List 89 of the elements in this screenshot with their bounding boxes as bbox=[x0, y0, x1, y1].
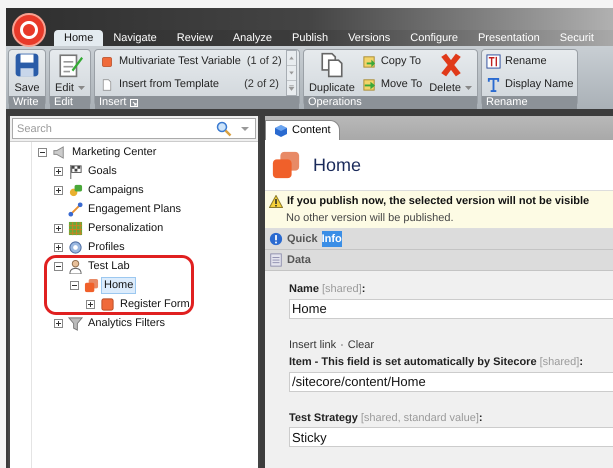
input-field[interactable]: /sitecore/content/Home bbox=[289, 372, 613, 392]
ribbon-tab[interactable]: Configure bbox=[400, 30, 468, 46]
warning-text: No other version will be published. bbox=[285, 210, 455, 226]
grid-icon bbox=[68, 221, 83, 236]
dialog-launcher-icon[interactable] bbox=[130, 98, 138, 106]
group-title: Write bbox=[13, 96, 38, 109]
ribbon-button[interactable]: Copy To bbox=[360, 53, 424, 70]
group-title: Operations bbox=[308, 96, 362, 109]
ribbon-button[interactable]: Duplicate bbox=[306, 50, 358, 96]
group-title: Rename bbox=[486, 96, 528, 109]
tree-item[interactable]: Register Form bbox=[117, 296, 193, 313]
link-separator: · bbox=[340, 338, 344, 352]
stacked-squares-icon bbox=[84, 278, 99, 293]
field-link[interactable]: Clear bbox=[348, 336, 374, 353]
editor-tab[interactable]: Content bbox=[265, 120, 340, 140]
section-title: Data bbox=[287, 252, 311, 268]
tree-item[interactable]: Marketing Center bbox=[69, 144, 160, 161]
tree-item[interactable]: Campaigns bbox=[85, 182, 147, 199]
campaign-icon bbox=[68, 183, 83, 198]
search-icon[interactable] bbox=[216, 121, 232, 137]
input-field[interactable]: Sticky bbox=[289, 427, 613, 447]
info-icon bbox=[269, 232, 283, 246]
checkered-flag-icon bbox=[68, 164, 83, 179]
search-field[interactable]: Search bbox=[12, 118, 256, 139]
field-note: [shared, standard value] bbox=[360, 410, 479, 426]
field-label: Test Strategy bbox=[289, 410, 358, 426]
field-note: [shared] bbox=[540, 355, 580, 370]
ribbon-tab[interactable]: Home bbox=[54, 30, 104, 46]
collapse-icon[interactable] bbox=[38, 148, 46, 157]
field-note: [shared] bbox=[322, 282, 362, 297]
document-icon bbox=[269, 253, 283, 267]
tree-item[interactable]: Personalization bbox=[85, 220, 166, 237]
ribbon-button[interactable]: Display Name bbox=[484, 76, 576, 93]
group-title: Insert bbox=[98, 96, 126, 109]
selected-text: Info bbox=[322, 230, 342, 248]
tree-item[interactable]: Test Lab bbox=[85, 258, 133, 275]
ribbon-button[interactable]: Rename bbox=[484, 53, 576, 70]
ribbon-tab[interactable]: Versions bbox=[338, 30, 400, 46]
expand-icon[interactable] bbox=[54, 167, 62, 176]
item-title: Home bbox=[313, 154, 362, 176]
expand-icon[interactable] bbox=[54, 243, 62, 252]
tree-item[interactable]: Analytics Filters bbox=[85, 315, 168, 332]
section-header[interactable]: Data bbox=[265, 250, 613, 271]
tree-item[interactable]: Profiles bbox=[85, 239, 128, 256]
gallery-item[interactable]: Multivariate Test Variable (1 of 2) bbox=[96, 53, 283, 70]
group-title: Edit bbox=[54, 96, 73, 109]
person-icon bbox=[68, 259, 83, 274]
page-icon bbox=[100, 78, 113, 90]
collapse-icon[interactable] bbox=[70, 281, 78, 290]
field-colon: : bbox=[579, 355, 583, 370]
square-icon bbox=[100, 297, 115, 312]
field-link[interactable]: Insert link bbox=[289, 336, 336, 353]
field-colon: : bbox=[362, 282, 366, 297]
expand-icon[interactable] bbox=[54, 224, 62, 233]
field-label: Item - This field is set automatically by Sitecore bbox=[289, 355, 537, 370]
ribbon-tab[interactable]: Review bbox=[166, 30, 223, 46]
warning-icon bbox=[269, 194, 283, 208]
notepad-pencil-icon bbox=[56, 52, 83, 78]
ribbon-button[interactable]: Save bbox=[11, 50, 43, 96]
ribbon-tab[interactable]: Navigate bbox=[103, 30, 167, 46]
ribbon-button[interactable]: Move To bbox=[360, 76, 424, 93]
caret-icon[interactable] bbox=[240, 125, 250, 133]
text-cursor-icon bbox=[486, 54, 501, 69]
expand-icon[interactable] bbox=[86, 300, 94, 309]
funnel-icon bbox=[68, 316, 83, 331]
section-title: Quick bbox=[287, 232, 318, 247]
ribbon-button[interactable]: Edit bbox=[52, 50, 88, 96]
letter-t-icon bbox=[486, 77, 501, 92]
section-header[interactable]: Quick Info bbox=[265, 229, 613, 250]
input-field[interactable]: Home bbox=[289, 298, 613, 318]
tree-item[interactable]: Home bbox=[101, 277, 136, 294]
ribbon-button[interactable]: Delete bbox=[426, 50, 475, 96]
tree-item[interactable]: Engagement Plans bbox=[85, 201, 184, 218]
warning-title: If you publish now, the selected version will not be visible bbox=[287, 194, 590, 209]
connected-nodes-icon bbox=[68, 202, 83, 217]
expand-icon[interactable] bbox=[54, 186, 62, 195]
gallery-item[interactable]: Insert from Template (2 of 2) bbox=[96, 76, 283, 93]
tree-item[interactable]: Goals bbox=[85, 163, 120, 180]
field-label: Name bbox=[289, 282, 319, 297]
field-colon: : bbox=[478, 410, 483, 426]
collapse-icon[interactable] bbox=[54, 262, 62, 271]
ribbon-tab[interactable]: Publish bbox=[282, 30, 338, 46]
stacked-squares-icon bbox=[271, 150, 301, 180]
pages-icon bbox=[318, 52, 345, 78]
ribbon-tab[interactable]: Presentation bbox=[468, 30, 550, 46]
expand-icon[interactable] bbox=[54, 319, 62, 328]
ribbon-tab[interactable]: Analyze bbox=[222, 30, 282, 46]
square-icon bbox=[100, 56, 113, 68]
cube-icon bbox=[274, 124, 288, 138]
